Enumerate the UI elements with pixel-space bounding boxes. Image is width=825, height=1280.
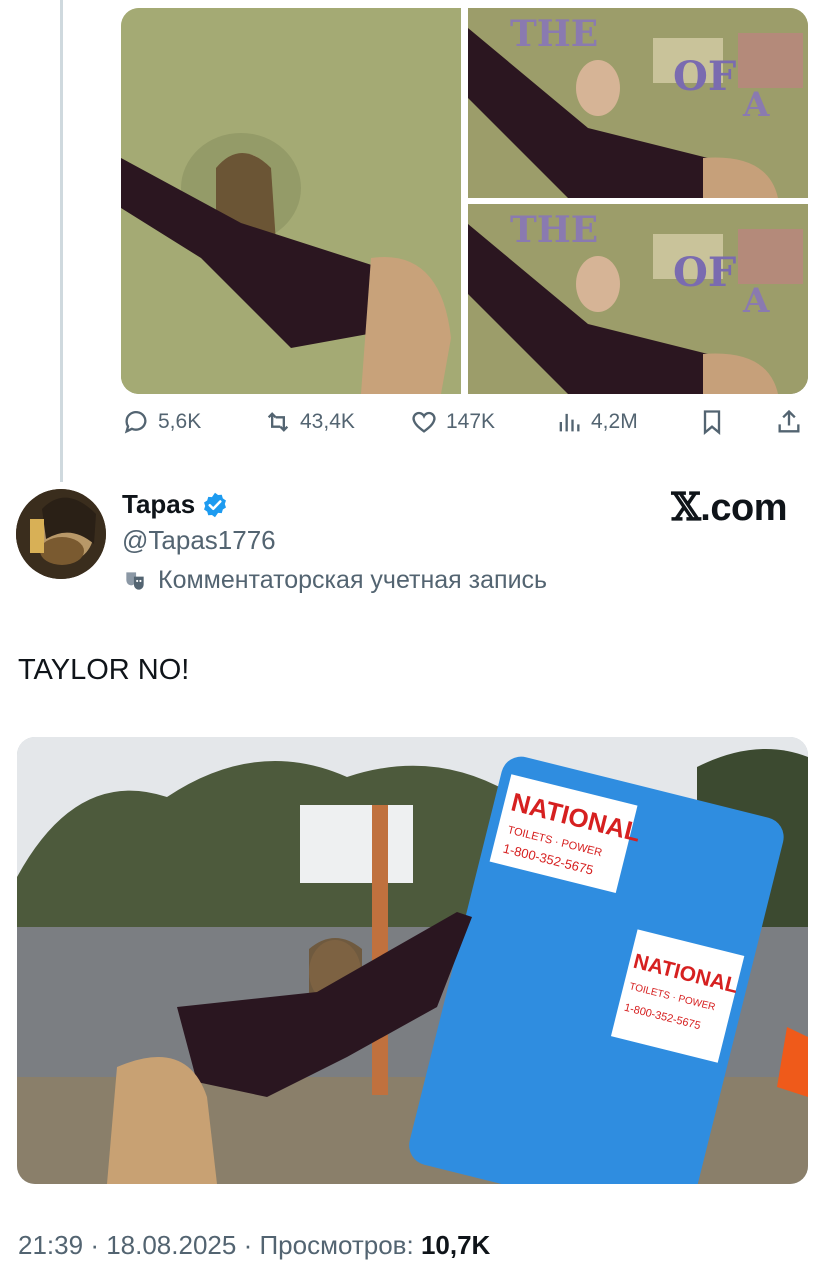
repost-button[interactable]: 43,4K bbox=[264, 408, 355, 436]
quoted-action-bar: 5,6K 43,4K 147K 4,2M bbox=[0, 408, 825, 448]
author-name[interactable]: Tapas bbox=[122, 489, 195, 520]
share-button[interactable] bbox=[775, 408, 803, 436]
overlay-text-the: THE bbox=[510, 13, 598, 55]
reply-button[interactable]: 5,6K bbox=[122, 408, 201, 436]
photo-bottom-right-illustration: THE OF A bbox=[468, 204, 808, 394]
photo-left-illustration bbox=[121, 8, 461, 394]
meta-separator: · bbox=[90, 1230, 107, 1260]
quoted-media-grid[interactable]: THE OF A THE OF A bbox=[121, 8, 808, 394]
repost-count: 43,4K bbox=[300, 410, 355, 433]
author-avatar[interactable] bbox=[16, 489, 106, 579]
overlay-text-of: OF bbox=[673, 249, 736, 296]
views-count: 4,2M bbox=[591, 410, 638, 433]
overlay-text-a: A bbox=[742, 85, 770, 125]
photo-top-right-illustration: THE OF A bbox=[468, 8, 808, 198]
tweet-text: TAYLOR NO! bbox=[18, 654, 190, 686]
reply-count: 5,6K bbox=[158, 410, 202, 433]
quoted-photo-bottom-right[interactable]: THE OF A bbox=[468, 204, 808, 394]
share-icon bbox=[778, 409, 800, 433]
tweet-photo-illustration: NATIONAL TOILETS · POWER 1-800-352-5675 … bbox=[17, 737, 808, 1184]
author-name-row[interactable]: Tapas bbox=[122, 489, 229, 520]
theater-mask-icon bbox=[126, 571, 144, 590]
bookmark-button[interactable] bbox=[698, 408, 726, 436]
reply-icon bbox=[124, 411, 147, 434]
overlay-text-of: OF bbox=[673, 53, 736, 100]
tweet-date[interactable]: 18.08.2025 bbox=[106, 1230, 236, 1260]
tweet-time[interactable]: 21:39 bbox=[18, 1230, 83, 1260]
heart-icon bbox=[412, 411, 436, 433]
tweet-photo[interactable]: NATIONAL TOILETS · POWER 1-800-352-5675 … bbox=[17, 737, 808, 1184]
brand-domain: .com bbox=[700, 487, 787, 529]
author-handle[interactable]: @Tapas1776 bbox=[122, 525, 276, 556]
account-label: Комментаторская учетная запись bbox=[122, 566, 547, 595]
overlay-text-the: THE bbox=[510, 209, 598, 251]
verified-badge-icon bbox=[204, 492, 227, 517]
overlay-text-a: A bbox=[742, 281, 770, 321]
like-button[interactable]: 147K bbox=[410, 408, 495, 436]
avatar-illustration bbox=[16, 489, 106, 579]
tweet-meta: 21:39 · 18.08.2025 · Просмотров: 10,7K bbox=[18, 1230, 490, 1261]
x-logo-icon: 𝕏 bbox=[671, 484, 701, 529]
quoted-photo-left[interactable] bbox=[121, 8, 461, 394]
views-label: Просмотров: bbox=[259, 1230, 414, 1260]
views-button[interactable]: 4,2M bbox=[555, 408, 638, 436]
views-value: 10,7K bbox=[420, 1230, 491, 1260]
meta-separator: · bbox=[243, 1230, 260, 1260]
quoted-photo-top-right[interactable]: THE OF A bbox=[468, 8, 808, 198]
bookmark-icon bbox=[703, 410, 721, 435]
account-label-text: Комментаторская учетная запись bbox=[158, 566, 548, 594]
views-chart-icon bbox=[559, 413, 580, 432]
x-com-logo: 𝕏.com bbox=[671, 484, 787, 530]
like-count: 147K bbox=[446, 410, 496, 433]
repost-icon bbox=[267, 412, 289, 432]
